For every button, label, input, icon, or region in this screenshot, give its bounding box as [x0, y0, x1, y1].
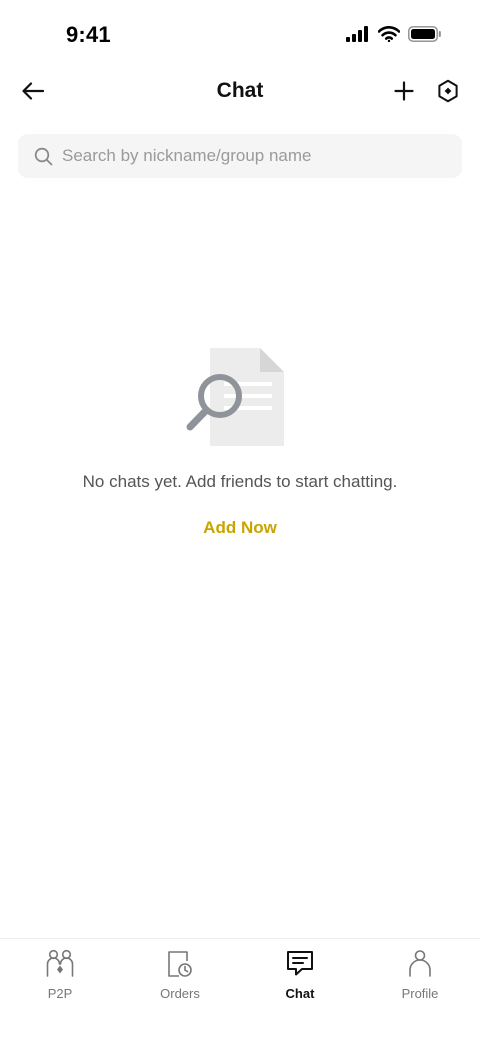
status-icons: [346, 26, 442, 47]
add-now-container: Add Now: [0, 518, 480, 538]
tab-label: Orders: [160, 986, 200, 1001]
header: Chat: [0, 70, 480, 116]
chat-icon: [285, 949, 315, 979]
tab-label: P2P: [47, 986, 73, 1001]
battery-icon: [408, 26, 442, 47]
tab-chat[interactable]: Chat: [240, 939, 360, 1009]
tab-p2p[interactable]: P2P: [0, 939, 120, 1009]
search-bar[interactable]: [18, 134, 462, 178]
tab-label: Profile: [401, 986, 439, 1001]
status-time: 9:41: [66, 22, 111, 47]
search-input[interactable]: [62, 136, 452, 176]
tab-profile[interactable]: Profile: [360, 939, 480, 1009]
search-icon: [33, 146, 53, 166]
tab-orders[interactable]: Orders: [120, 939, 240, 1009]
tab-label: Chat: [285, 986, 315, 1001]
chat-settings-button[interactable]: [433, 78, 463, 108]
empty-state-message: No chats yet. Add friends to start chatt…: [82, 472, 398, 491]
chat-screen: 9:41 Chat Search by nickname/group name …: [0, 0, 480, 1040]
cellular-signal-icon: [346, 26, 370, 47]
add-now-link[interactable]: Add Now: [203, 518, 277, 537]
profile-icon: [405, 949, 435, 979]
p2p-icon: [45, 949, 75, 979]
bottom-tab-bar: P2P Orders Chat Profile: [0, 938, 480, 1040]
status-bar: 9:41: [0, 0, 480, 70]
hexagon-settings-icon: [437, 79, 459, 108]
empty-state-illustration: [184, 346, 288, 450]
plus-icon: [394, 80, 414, 106]
orders-icon: [165, 949, 195, 979]
new-chat-button[interactable]: [389, 78, 419, 108]
wifi-icon: [377, 26, 401, 47]
